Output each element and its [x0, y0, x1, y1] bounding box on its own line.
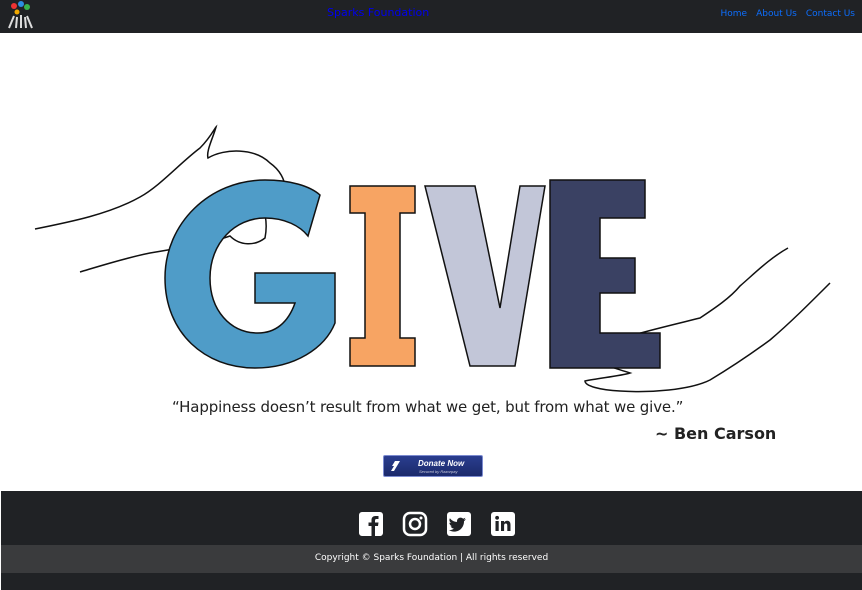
donate-now-button[interactable]: Donate Now Secured by Razorpay	[383, 455, 483, 477]
copyright-band: Copyright © Sparks Foundation | All righ…	[1, 545, 862, 573]
v-letter	[424, 185, 546, 367]
nav-links: Home About Us Contact Us	[721, 9, 855, 19]
footer: Copyright © Sparks Foundation | All righ…	[1, 491, 862, 590]
quote-author: ~ Ben Carson	[655, 424, 777, 443]
i-letter	[349, 185, 416, 367]
donate-label: Donate Now	[418, 459, 465, 468]
copyright-text: Copyright © Sparks Foundation | All righ…	[314, 553, 549, 563]
sparks-logo-icon[interactable]	[5, 0, 37, 30]
nav-contact-link[interactable]: Contact Us	[806, 9, 855, 19]
e-letter	[549, 179, 661, 369]
give-hero-illustration	[34, 124, 831, 393]
social-links	[358, 511, 516, 537]
nav-home-link[interactable]: Home	[721, 9, 748, 19]
facebook-icon[interactable]	[358, 511, 384, 537]
instagram-icon[interactable]	[402, 511, 428, 537]
linkedin-icon[interactable]	[490, 511, 516, 537]
nav-about-link[interactable]: About Us	[756, 9, 797, 19]
quote-text: “Happiness doesn’t result from what we g…	[172, 398, 684, 416]
twitter-icon[interactable]	[446, 511, 472, 537]
brand-link[interactable]: Sparks Foundation	[327, 6, 429, 19]
razorpay-icon	[391, 461, 400, 471]
g-letter	[164, 179, 336, 369]
navbar: Sparks Foundation Home About Us Contact …	[0, 0, 862, 33]
donate-sub-label: Secured by Razorpay	[419, 469, 458, 474]
